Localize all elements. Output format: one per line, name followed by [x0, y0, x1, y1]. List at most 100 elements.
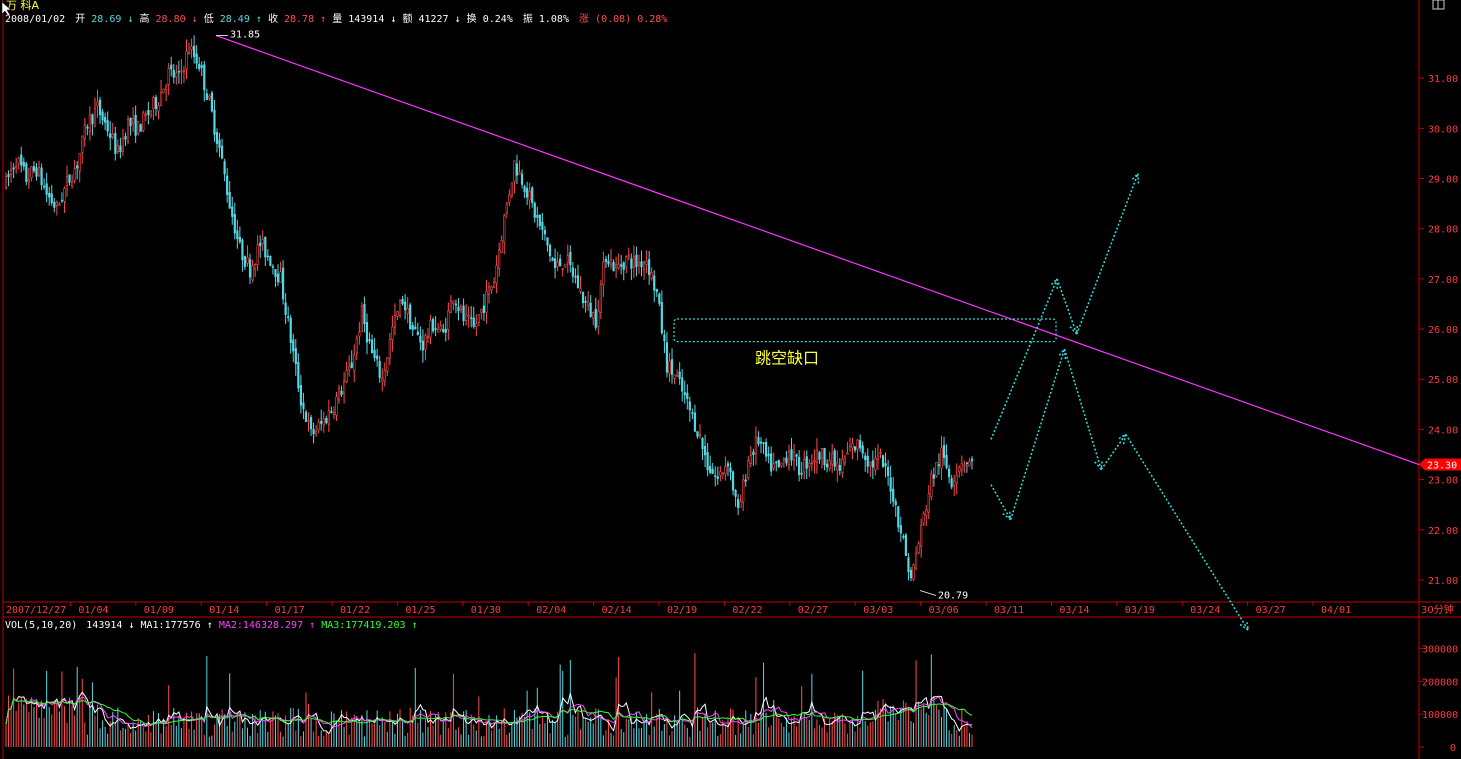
candle-body: [475, 323, 478, 327]
candle-body: [655, 288, 658, 292]
candle-body: [533, 202, 536, 218]
turnover-value: 0.24%: [483, 14, 513, 25]
candle-body: [50, 193, 53, 204]
volume-header: VOL(5,10,20) 143914 ↓ MA1:177576 ↑ MA2:1…: [5, 620, 418, 631]
candle-body: [701, 437, 704, 450]
candle-body: [429, 320, 432, 338]
projection-down-segment: [1125, 434, 1249, 631]
svg-text:VOL(5,10,20) 143914: VOL(5,10,20) 143914 ↓ MA1:177576 ↑ MA2:1…: [5, 620, 418, 631]
date-tick-label: 03/27: [1256, 605, 1286, 616]
date-tick-label: 02/22: [732, 605, 762, 616]
candle-body: [231, 206, 234, 217]
candle-body: [902, 536, 905, 538]
candle-body: [416, 331, 419, 335]
projection-down-arrowhead: [1002, 509, 1012, 522]
projection-down-segment: [1100, 433, 1127, 470]
candle-body: [642, 261, 646, 270]
quote-date: 2008/01/02: [5, 14, 65, 25]
candle-body: [264, 236, 267, 258]
candle-body: [574, 275, 577, 278]
price-tick-label: 24.00: [1428, 425, 1458, 436]
candle-body: [782, 458, 785, 461]
amount-value: 41227: [418, 14, 448, 25]
candle-body: [132, 118, 135, 124]
candle-body: [134, 114, 137, 136]
candle-body: [790, 449, 793, 461]
candlestick-series: [4, 35, 974, 582]
candle-body: [676, 375, 679, 377]
candle-body: [630, 258, 633, 269]
candle-body: [65, 176, 69, 186]
candle-body: [180, 70, 183, 73]
candle-body: [856, 439, 859, 450]
candle-body: [930, 473, 933, 498]
candle-body: [104, 116, 107, 123]
candle-body: [470, 317, 473, 319]
candle-body: [823, 448, 826, 466]
candle-body: [764, 442, 768, 457]
candle-body: [477, 314, 480, 323]
candle-body: [831, 453, 834, 465]
date-tick-label: 01/22: [340, 605, 370, 616]
candle-body: [569, 251, 572, 265]
candle-body: [30, 166, 33, 179]
svg-text:31.85: 31.85: [230, 30, 260, 41]
candle-body: [592, 312, 595, 319]
stock-chart[interactable]: 万 科A 2008/01/02 开 28.69 ↓ 高 28.80 ↓ 低 28…: [0, 0, 1461, 759]
candle-body: [853, 446, 857, 451]
candle-body: [696, 431, 699, 437]
price-tick-label: 21.00: [1428, 576, 1458, 587]
candle-body: [32, 166, 36, 172]
candle-body: [437, 329, 440, 333]
candle-body: [98, 99, 102, 116]
candle-body: [770, 453, 773, 472]
panel-scroll-icon[interactable]: [1432, 0, 1445, 10]
date-tick-label: 02/27: [798, 605, 828, 616]
candle-body: [439, 325, 442, 330]
candle-body: [734, 489, 737, 497]
projection-down-segment: [990, 484, 1012, 521]
candle-body: [213, 109, 216, 135]
candle-body: [625, 256, 628, 268]
candle-body: [805, 456, 808, 469]
candle-body: [304, 411, 308, 422]
price-tick-label: 23.00: [1428, 476, 1458, 487]
candle-body: [838, 464, 841, 471]
candle-body: [149, 110, 153, 116]
candle-body: [317, 421, 320, 431]
candle-body: [43, 185, 46, 188]
candle-body: [948, 468, 951, 478]
candle-body: [388, 338, 391, 359]
candle-body: [803, 459, 806, 473]
candle-body: [907, 557, 910, 573]
candle-body: [129, 117, 132, 127]
candle-body: [561, 268, 564, 270]
high-value: 28.80: [156, 14, 186, 25]
candle-body: [632, 256, 635, 268]
candle-body: [604, 258, 608, 262]
candle-body: [950, 478, 953, 488]
candle-body: [581, 291, 585, 303]
candle-body: [683, 392, 686, 396]
candle-body: [686, 392, 689, 400]
candle-body: [373, 349, 376, 359]
candle-body: [376, 355, 379, 360]
candle-body: [406, 307, 409, 314]
candle-body: [386, 357, 389, 372]
candle-body: [106, 120, 109, 132]
candle-body: [536, 215, 539, 218]
price-tick-label: 31.00: [1428, 74, 1458, 85]
date-tick-label: 01/14: [209, 605, 239, 616]
candle-body: [294, 348, 297, 364]
projection-up-segment: [990, 278, 1058, 440]
candle-body: [897, 506, 900, 528]
candle-body: [492, 281, 496, 288]
candle-body: [236, 230, 239, 240]
candle-body: [815, 449, 819, 464]
candle-body: [602, 261, 605, 286]
candle-body: [772, 463, 775, 469]
candle-body: [884, 463, 887, 467]
candle-body: [887, 466, 890, 476]
candle-body: [86, 126, 89, 129]
candle-body: [920, 524, 923, 547]
